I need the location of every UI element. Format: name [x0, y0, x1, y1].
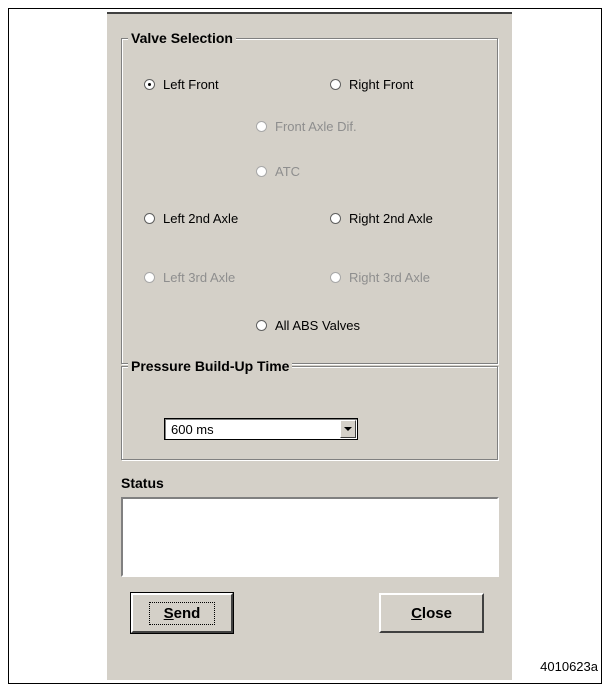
send-button[interactable]: Send	[130, 592, 234, 634]
radio-icon[interactable]	[256, 320, 267, 331]
radio-icon	[256, 121, 267, 132]
pressure-time-select[interactable]: 600 ms	[164, 418, 358, 440]
radio-label: Right 2nd Axle	[349, 211, 433, 226]
send-label: end	[173, 604, 201, 622]
valve-selection-title: Valve Selection	[128, 29, 236, 47]
radio-label: Right 3rd Axle	[349, 270, 430, 285]
radio-left-3rd-axle: Left 3rd Axle	[144, 270, 235, 285]
radio-checked-icon[interactable]	[144, 79, 155, 90]
radio-label: Left 2nd Axle	[163, 211, 239, 226]
radio-icon[interactable]	[330, 213, 341, 224]
status-label: Status	[121, 475, 164, 491]
radio-left-2nd-axle[interactable]: Left 2nd Axle	[144, 211, 238, 226]
radio-right-front[interactable]: Right Front	[330, 77, 413, 92]
status-textbox[interactable]	[121, 497, 499, 577]
close-label: lose	[421, 604, 452, 622]
radio-left-front[interactable]: Left Front	[144, 77, 219, 92]
send-button-focus: Send	[148, 601, 216, 625]
pressure-build-up-group: Pressure Build-Up Time	[121, 357, 498, 460]
radio-all-abs-valves[interactable]: All ABS Valves	[256, 318, 360, 333]
send-mnemonic: S	[163, 604, 174, 622]
radio-label: ATC	[275, 164, 301, 179]
radio-right-3rd-axle: Right 3rd Axle	[330, 270, 430, 285]
radio-icon	[256, 166, 267, 177]
radio-label: Left Front	[163, 77, 219, 92]
radio-front-axle-dif: Front Axle Dif.	[256, 119, 357, 134]
figure-id: 4010623a	[540, 659, 598, 674]
radio-icon	[144, 272, 155, 283]
radio-icon[interactable]	[144, 213, 155, 224]
radio-atc: ATC	[256, 164, 300, 179]
radio-label: Right Front	[349, 77, 414, 92]
radio-label: Front Axle Dif.	[275, 119, 357, 134]
radio-label: Left 3rd Axle	[163, 270, 236, 285]
radio-icon	[330, 272, 341, 283]
close-mnemonic: C	[411, 604, 422, 622]
dialog-top-edge	[107, 12, 512, 14]
chevron-down-icon[interactable]	[340, 420, 356, 438]
close-button[interactable]: Close	[379, 593, 484, 633]
radio-right-2nd-axle[interactable]: Right 2nd Axle	[330, 211, 433, 226]
pressure-time-value: 600 ms	[171, 422, 214, 437]
radio-icon[interactable]	[330, 79, 341, 90]
pressure-build-up-title: Pressure Build-Up Time	[128, 357, 293, 375]
radio-label: All ABS Valves	[275, 318, 361, 333]
